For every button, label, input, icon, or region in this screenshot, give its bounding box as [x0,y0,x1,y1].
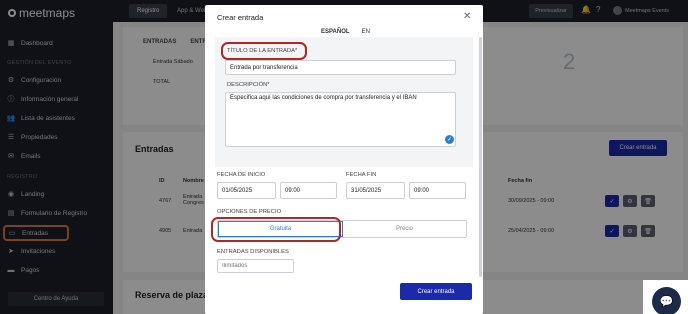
start-time-input[interactable]: 09:00 [280,182,337,199]
create-entry-modal: Crear entrada ✕ ESPAÑOL EN TÍTULO DE LA … [205,5,483,314]
create-entry-button[interactable]: Crear entrada [400,283,472,300]
title-label: TÍTULO DE LA ENTRADA* [227,48,298,54]
check-circle-icon: ✓ [445,135,454,144]
highlight-gratuita [211,217,341,242]
description-label: DESCRIPCIÓN* [227,82,270,88]
price-option-precio[interactable]: Precio [343,221,466,237]
available-label: ENTRADAS DISPONIBLES [217,249,289,255]
start-date-label: FECHA DE INICIO [217,172,266,178]
available-input[interactable] [217,259,294,273]
start-date-input[interactable]: 01/05/2025 [217,182,276,199]
modal-scrollbar[interactable] [479,37,482,277]
description-textarea[interactable]: Especifica aquí las condiciones de compr… [225,92,456,147]
title-input[interactable]: Entrada por transferencia [225,60,456,75]
end-time-input[interactable]: 09:00 [409,182,466,199]
modal-title: Crear entrada [217,13,264,22]
end-date-label: FECHA FIN [346,172,377,178]
chat-icon[interactable]: 💬 [652,287,681,314]
close-icon[interactable]: ✕ [463,11,471,22]
price-options-label: OPCIONES DE PRECIO [217,209,282,215]
end-date-input[interactable]: 31/05/2025 [346,182,405,199]
